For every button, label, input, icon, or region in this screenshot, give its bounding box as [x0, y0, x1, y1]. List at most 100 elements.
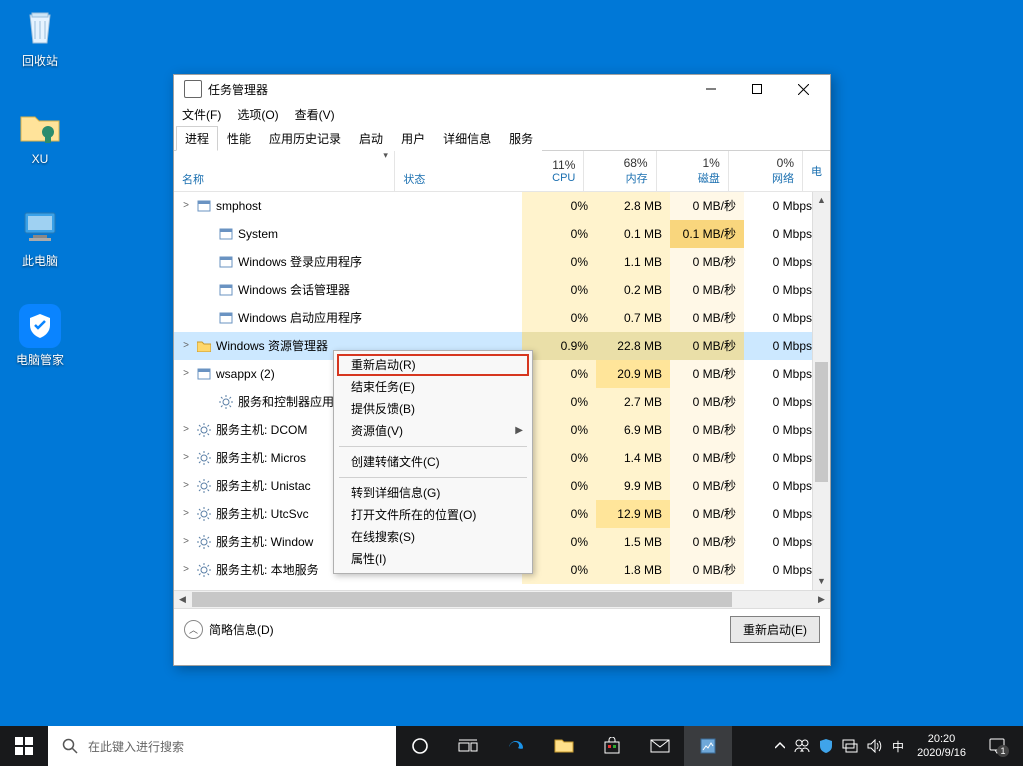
tab-startup[interactable]: 启动 [350, 126, 392, 151]
expander-icon[interactable]: > [180, 528, 192, 556]
tab-processes[interactable]: 进程 [176, 126, 218, 151]
tray-notifications-icon[interactable]: 1 [979, 737, 1015, 755]
memory-cell: 0.2 MB [596, 276, 670, 304]
desktop-pc-manager[interactable]: 电脑管家 [4, 305, 76, 368]
horizontal-scrollbar[interactable]: ◀ ▶ [174, 590, 830, 608]
disk-cell: 0.1 MB/秒 [670, 220, 744, 248]
desktop-this-pc[interactable]: 此电脑 [4, 206, 76, 269]
col-extra[interactable]: 电 [803, 151, 830, 191]
ctx-create-dump[interactable]: 创建转储文件(C) [337, 451, 529, 473]
tab-performance[interactable]: 性能 [218, 126, 260, 151]
cpu-cell: 0% [522, 416, 596, 444]
mail-icon[interactable] [636, 726, 684, 766]
tray-ime[interactable]: 中 [892, 738, 904, 755]
start-button[interactable] [0, 726, 48, 766]
scroll-down-icon[interactable]: ▼ [813, 573, 830, 590]
col-name[interactable]: 名称 [174, 151, 395, 191]
expander-icon[interactable]: > [180, 332, 192, 360]
network-cell: 0 Mbps [744, 248, 820, 276]
scroll-thumb[interactable] [815, 362, 828, 482]
ctx-end-task[interactable]: 结束任务(E) [337, 376, 529, 398]
disk-cell: 0 MB/秒 [670, 416, 744, 444]
col-disk[interactable]: 1% 磁盘 [657, 151, 729, 191]
close-button[interactable] [780, 75, 826, 103]
edge-icon[interactable] [492, 726, 540, 766]
file-explorer-icon[interactable] [540, 726, 588, 766]
windows-logo-icon [15, 737, 33, 755]
ctx-properties[interactable]: 属性(I) [337, 548, 529, 570]
tray-people-icon[interactable] [794, 739, 810, 753]
expander-icon[interactable]: > [180, 444, 192, 472]
tray-shield-icon[interactable] [819, 738, 833, 754]
disk-cell: 0 MB/秒 [670, 276, 744, 304]
menu-file[interactable]: 文件(F) [180, 106, 223, 123]
ctx-goto-details[interactable]: 转到详细信息(G) [337, 482, 529, 504]
table-row[interactable]: >smphost0%2.8 MB0 MB/秒0 Mbps [174, 192, 830, 220]
process-name: wsappx (2) [216, 360, 275, 388]
ctx-resource-values[interactable]: 资源值(V)▶ [337, 420, 529, 442]
desktop-icon-label: 电脑管家 [4, 351, 76, 368]
scroll-up-icon[interactable]: ▲ [813, 192, 830, 209]
fewer-details-toggle[interactable]: ︿ 简略信息(D) [184, 620, 274, 639]
col-cpu[interactable]: 11% CPU [512, 151, 584, 191]
ctx-open-location[interactable]: 打开文件所在的位置(O) [337, 504, 529, 526]
network-cell: 0 Mbps [744, 276, 820, 304]
col-status[interactable]: 状态 ▾ [395, 151, 512, 191]
desktop-folder-xu[interactable]: XU [4, 106, 76, 166]
expander-icon[interactable]: > [180, 192, 192, 220]
memory-cell: 2.7 MB [596, 388, 670, 416]
ctx-search-online[interactable]: 在线搜索(S) [337, 526, 529, 548]
ctx-restart[interactable]: 重新启动(R) [337, 354, 529, 376]
cpu-cell: 0% [522, 304, 596, 332]
task-view-icon[interactable] [444, 726, 492, 766]
table-row[interactable]: Windows 会话管理器0%0.2 MB0 MB/秒0 Mbps [174, 276, 830, 304]
maximize-button[interactable] [734, 75, 780, 103]
store-icon[interactable] [588, 726, 636, 766]
cortana-icon[interactable] [396, 726, 444, 766]
taskbar-search[interactable]: 在此键入进行搜索 [48, 726, 396, 766]
shield-icon [19, 305, 61, 347]
scroll-thumb[interactable] [192, 592, 732, 607]
tray-clock[interactable]: 20:202020/9/16 [913, 732, 970, 760]
column-headers: 名称 状态 ▾ 11% CPU 68% 内存 1% 磁盘 0% 网络 电 [174, 151, 830, 192]
expander-icon[interactable]: > [180, 500, 192, 528]
desktop-recycle-bin[interactable]: 回收站 [4, 6, 76, 69]
pc-icon [19, 206, 61, 248]
col-network[interactable]: 0% 网络 [729, 151, 803, 191]
titlebar[interactable]: 任务管理器 [174, 75, 830, 103]
minimize-button[interactable] [688, 75, 734, 103]
expander-icon[interactable]: > [180, 360, 192, 388]
cpu-cell: 0% [522, 192, 596, 220]
scroll-left-icon[interactable]: ◀ [174, 591, 191, 608]
tab-users[interactable]: 用户 [392, 126, 434, 151]
tab-details[interactable]: 详细信息 [434, 126, 500, 151]
table-row[interactable]: Windows 登录应用程序0%1.1 MB0 MB/秒0 Mbps [174, 248, 830, 276]
tabstrip: 进程 性能 应用历史记录 启动 用户 详细信息 服务 [174, 125, 830, 151]
process-name: 服务主机: Window [216, 528, 313, 556]
network-cell: 0 Mbps [744, 332, 820, 360]
menu-view[interactable]: 查看(V) [293, 106, 337, 123]
cpu-cell: 0.9% [522, 332, 596, 360]
tray-network-icon[interactable] [842, 739, 858, 753]
process-name: smphost [216, 192, 261, 220]
tab-services[interactable]: 服务 [500, 126, 542, 151]
ctx-feedback[interactable]: 提供反馈(B) [337, 398, 529, 420]
tab-history[interactable]: 应用历史记录 [260, 126, 350, 151]
memory-cell: 0.7 MB [596, 304, 670, 332]
col-memory[interactable]: 68% 内存 [584, 151, 656, 191]
table-row[interactable]: System0%0.1 MB0.1 MB/秒0 Mbps [174, 220, 830, 248]
tray-volume-icon[interactable] [867, 739, 883, 753]
expander-icon[interactable]: > [180, 416, 192, 444]
scroll-right-icon[interactable]: ▶ [813, 591, 830, 608]
table-row[interactable]: Windows 启动应用程序0%0.7 MB0 MB/秒0 Mbps [174, 304, 830, 332]
network-cell: 0 Mbps [744, 220, 820, 248]
vertical-scrollbar[interactable]: ▲ ▼ [812, 192, 830, 590]
cpu-cell: 0% [522, 276, 596, 304]
restart-button[interactable]: 重新启动(E) [730, 616, 820, 643]
disk-cell: 0 MB/秒 [670, 360, 744, 388]
expander-icon[interactable]: > [180, 556, 192, 584]
taskbar-task-manager[interactable] [684, 726, 732, 766]
menu-options[interactable]: 选项(O) [235, 106, 280, 123]
expander-icon[interactable]: > [180, 472, 192, 500]
tray-chevron-up-icon[interactable] [775, 741, 785, 751]
